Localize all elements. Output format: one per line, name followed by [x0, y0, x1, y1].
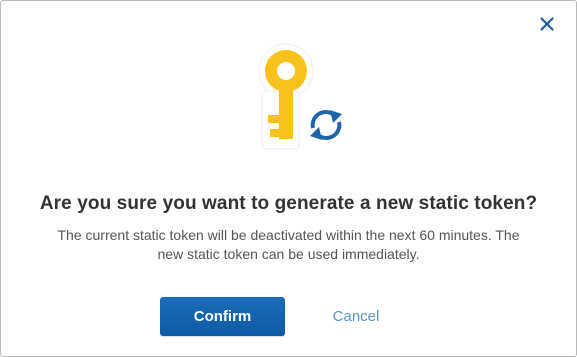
dialog-actions: Confirm Cancel [1, 297, 576, 337]
message-line-2: new static token can be used immediately… [157, 246, 420, 262]
confirm-button[interactable]: Confirm [160, 297, 285, 336]
dialog-message: The current static token will be deactiv… [21, 226, 556, 264]
message-line-1: The current static token will be deactiv… [57, 227, 520, 243]
close-button[interactable] [536, 13, 558, 35]
cancel-button[interactable]: Cancel [301, 297, 411, 336]
token-illustration [252, 39, 356, 151]
close-icon [540, 17, 554, 31]
generate-token-dialog: Are you sure you want to generate a new … [0, 0, 577, 357]
key-icon [258, 43, 314, 150]
dialog-title: Are you sure you want to generate a new … [39, 193, 538, 214]
refresh-icon [304, 103, 348, 147]
